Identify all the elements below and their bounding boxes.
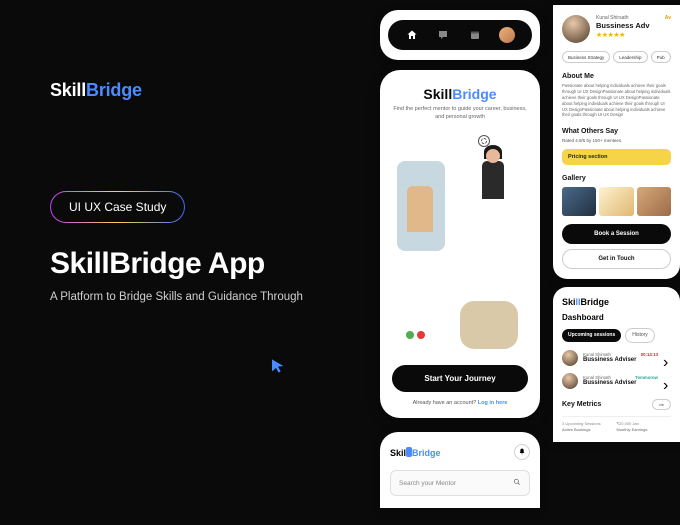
- login-row: Already have an account? Log in here: [413, 400, 508, 406]
- brand-logo: SkillBridge: [50, 80, 370, 101]
- chat-icon[interactable]: [436, 28, 450, 42]
- onboard-tagline: Find the perfect mentor to guide your ca…: [392, 106, 528, 121]
- phone-nav-mock: [380, 10, 540, 60]
- cursor-icon: [270, 358, 286, 374]
- gallery-heading: Gallery: [562, 175, 671, 182]
- onboard-brand: SkillBridge: [423, 86, 496, 102]
- mentor-avatar: [562, 15, 590, 43]
- case-study-pill: UI UX Case Study: [50, 191, 185, 223]
- session-row[interactable]: Kunal Shirsath Tommorow Bussiness Advise…: [562, 373, 671, 389]
- metric-earn-value: ₹20,000 Jan: [617, 421, 672, 426]
- get-in-touch-button[interactable]: Get in Touch: [562, 249, 671, 269]
- chip[interactable]: Pub: [651, 51, 671, 63]
- tab-history[interactable]: History: [625, 328, 655, 343]
- gallery-thumb[interactable]: [599, 187, 633, 216]
- availability-badge: Av: [665, 15, 671, 21]
- hero-subtitle: A Platform to Bridge Skills and Guidance…: [50, 291, 370, 303]
- gallery-row: [562, 187, 671, 216]
- start-journey-button[interactable]: Start Your Journey: [392, 365, 528, 392]
- session-role: Bussiness Adviser: [583, 357, 658, 363]
- dashboard-card: SkillBridge Dashboard Upcoming sessions …: [553, 287, 680, 442]
- others-heading: What Others Say: [562, 128, 671, 135]
- session-avatar: [562, 373, 578, 389]
- book-session-button[interactable]: Book a Session: [562, 224, 671, 244]
- session-time: Tommorow: [635, 375, 658, 380]
- bottom-nav: [388, 20, 532, 50]
- phone-search-mock: SkilBridge Search your Mentor: [380, 432, 540, 508]
- search-placeholder: Search your Mentor: [399, 480, 456, 487]
- home-icon[interactable]: [405, 28, 419, 42]
- session-role: Bussiness Adviser: [583, 380, 658, 386]
- metric-earn-label: Monthly Earnings: [617, 427, 672, 432]
- dash-brand: SkillBridge: [562, 297, 671, 307]
- chip[interactable]: Leadership: [613, 51, 647, 63]
- mentor-role: Bussiness Adv: [596, 21, 671, 30]
- skill-chips: Business Strategy Leadership Pub: [562, 51, 671, 63]
- brand-bridge: Bridge: [86, 80, 142, 100]
- search-input[interactable]: Search your Mentor: [390, 470, 530, 496]
- session-avatar: [562, 350, 578, 366]
- search-brand: SkilBridge: [390, 447, 441, 458]
- brand-skill: Skill: [50, 80, 86, 100]
- notifications-button[interactable]: [514, 444, 530, 460]
- hero-section: SkillBridge UI UX Case Study SkillBridge…: [50, 80, 370, 303]
- search-icon: [513, 478, 521, 488]
- tab-upcoming[interactable]: Upcoming sessions: [562, 329, 621, 342]
- about-heading: About Me: [562, 73, 671, 80]
- nav-avatar[interactable]: [499, 27, 515, 43]
- about-text: Passionate about helping individuals ach…: [562, 83, 671, 118]
- dashboard-title: Dashboard: [562, 313, 671, 322]
- gallery-thumb[interactable]: [637, 187, 671, 216]
- rating-stars: ★★★★★: [596, 31, 671, 39]
- chevron-right-icon: ›: [663, 354, 671, 362]
- gallery-thumb[interactable]: [562, 187, 596, 216]
- hero-title: SkillBridge App: [50, 247, 370, 281]
- session-countdown: 00:14:13: [641, 352, 658, 357]
- phone-onboard-mock: SkillBridge Find the perfect mentor to g…: [380, 70, 540, 418]
- metrics-heading: Key Metrics: [562, 401, 601, 408]
- chip[interactable]: Business Strategy: [562, 51, 610, 63]
- onboard-illustration: [392, 131, 528, 359]
- metric-active-label: Active Bookings: [562, 427, 617, 432]
- session-row[interactable]: Kunal Shirsath 00:14:13 Bussiness Advise…: [562, 350, 671, 366]
- metric-upcoming: 3 Upcoming Sessions: [562, 421, 617, 426]
- pricing-section[interactable]: Pricing section: [562, 149, 671, 165]
- chevron-right-icon: ›: [663, 377, 671, 385]
- view-toggle[interactable]: vie: [652, 399, 671, 410]
- rating-summary: Rated 4.9/5 by 150+ mentees.: [562, 138, 671, 143]
- calendar-icon[interactable]: [468, 28, 482, 42]
- login-link[interactable]: Log in here: [478, 400, 508, 406]
- profile-card: Kunal Shirsath Av Bussiness Adv ★★★★★ Bu…: [553, 5, 680, 279]
